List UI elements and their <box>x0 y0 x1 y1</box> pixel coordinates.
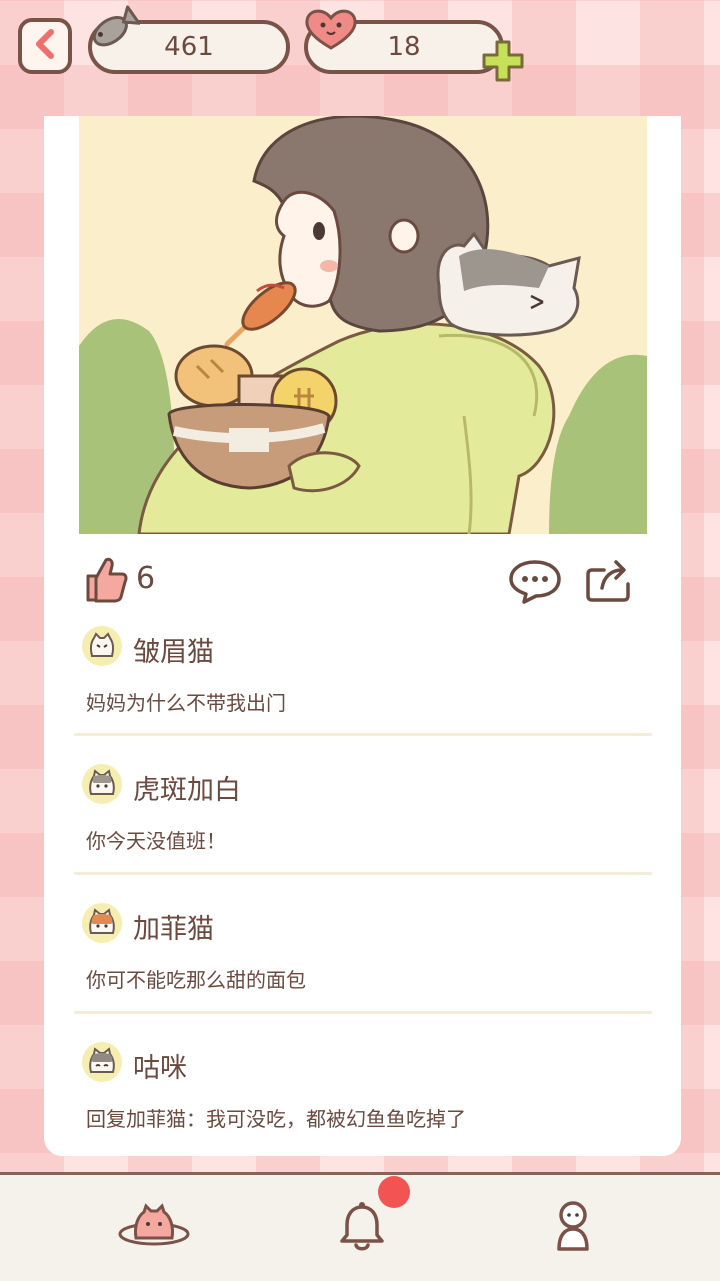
comment-text: 妈妈为什么不带我出门 <box>86 691 286 715</box>
back-arrow-icon <box>34 29 56 63</box>
tab-cat-planet[interactable] <box>114 1189 194 1269</box>
comment-author: 咕咪 <box>133 1053 187 1084</box>
comment-author: 皱眉猫 <box>133 637 214 668</box>
post-illustration <box>79 116 647 534</box>
comment-text: 你今天没值班！ <box>86 829 226 853</box>
comment-item: 虎斑加白 你今天没值班！ <box>44 762 681 900</box>
tabby-cat-avatar <box>82 764 122 804</box>
post-card: 6 皱眉猫 妈妈为什么不带我出门 虎斑加白 你今天没值班！ 加菲猫 你可不能吃那… <box>44 116 681 1156</box>
comment-author: 虎斑加白 <box>133 775 241 806</box>
heart-count: 18 <box>387 32 421 62</box>
gray-cat-avatar <box>82 1042 122 1082</box>
comment-text: 回复加菲猫：我可没吃，都被幻鱼鱼吃掉了 <box>86 1107 466 1131</box>
notification-badge <box>378 1176 410 1208</box>
bottom-tab-bar <box>0 1172 720 1281</box>
frown-cat-avatar <box>82 626 122 666</box>
comment-author: 加菲猫 <box>133 914 214 945</box>
comment-item: 加菲猫 你可不能吃那么甜的面包 <box>44 901 681 1039</box>
divider <box>74 733 652 736</box>
divider <box>74 872 652 875</box>
bell-icon <box>334 1199 390 1259</box>
comment-icon[interactable] <box>508 558 562 608</box>
plus-icon[interactable] <box>480 38 526 84</box>
post-actions: 6 <box>44 534 681 624</box>
comment-item: 咕咪 回复加菲猫：我可没吃，都被幻鱼鱼吃掉了 <box>44 1040 681 1178</box>
back-button[interactable] <box>18 18 72 74</box>
comment-item: 皱眉猫 妈妈为什么不带我出门 <box>44 624 681 762</box>
heart-face-icon <box>302 6 360 56</box>
tab-profile[interactable] <box>533 1189 613 1269</box>
divider <box>74 1011 652 1014</box>
fish-icon <box>84 4 141 60</box>
share-icon[interactable] <box>584 556 634 608</box>
profile-icon <box>551 1199 595 1259</box>
comment-text: 你可不能吃那么甜的面包 <box>86 968 306 992</box>
like-count: 6 <box>136 561 156 596</box>
fish-count: 461 <box>164 32 214 62</box>
cat-planet-icon <box>116 1202 192 1256</box>
garfield-cat-avatar <box>82 903 122 943</box>
thumbs-up-icon[interactable] <box>84 556 128 608</box>
